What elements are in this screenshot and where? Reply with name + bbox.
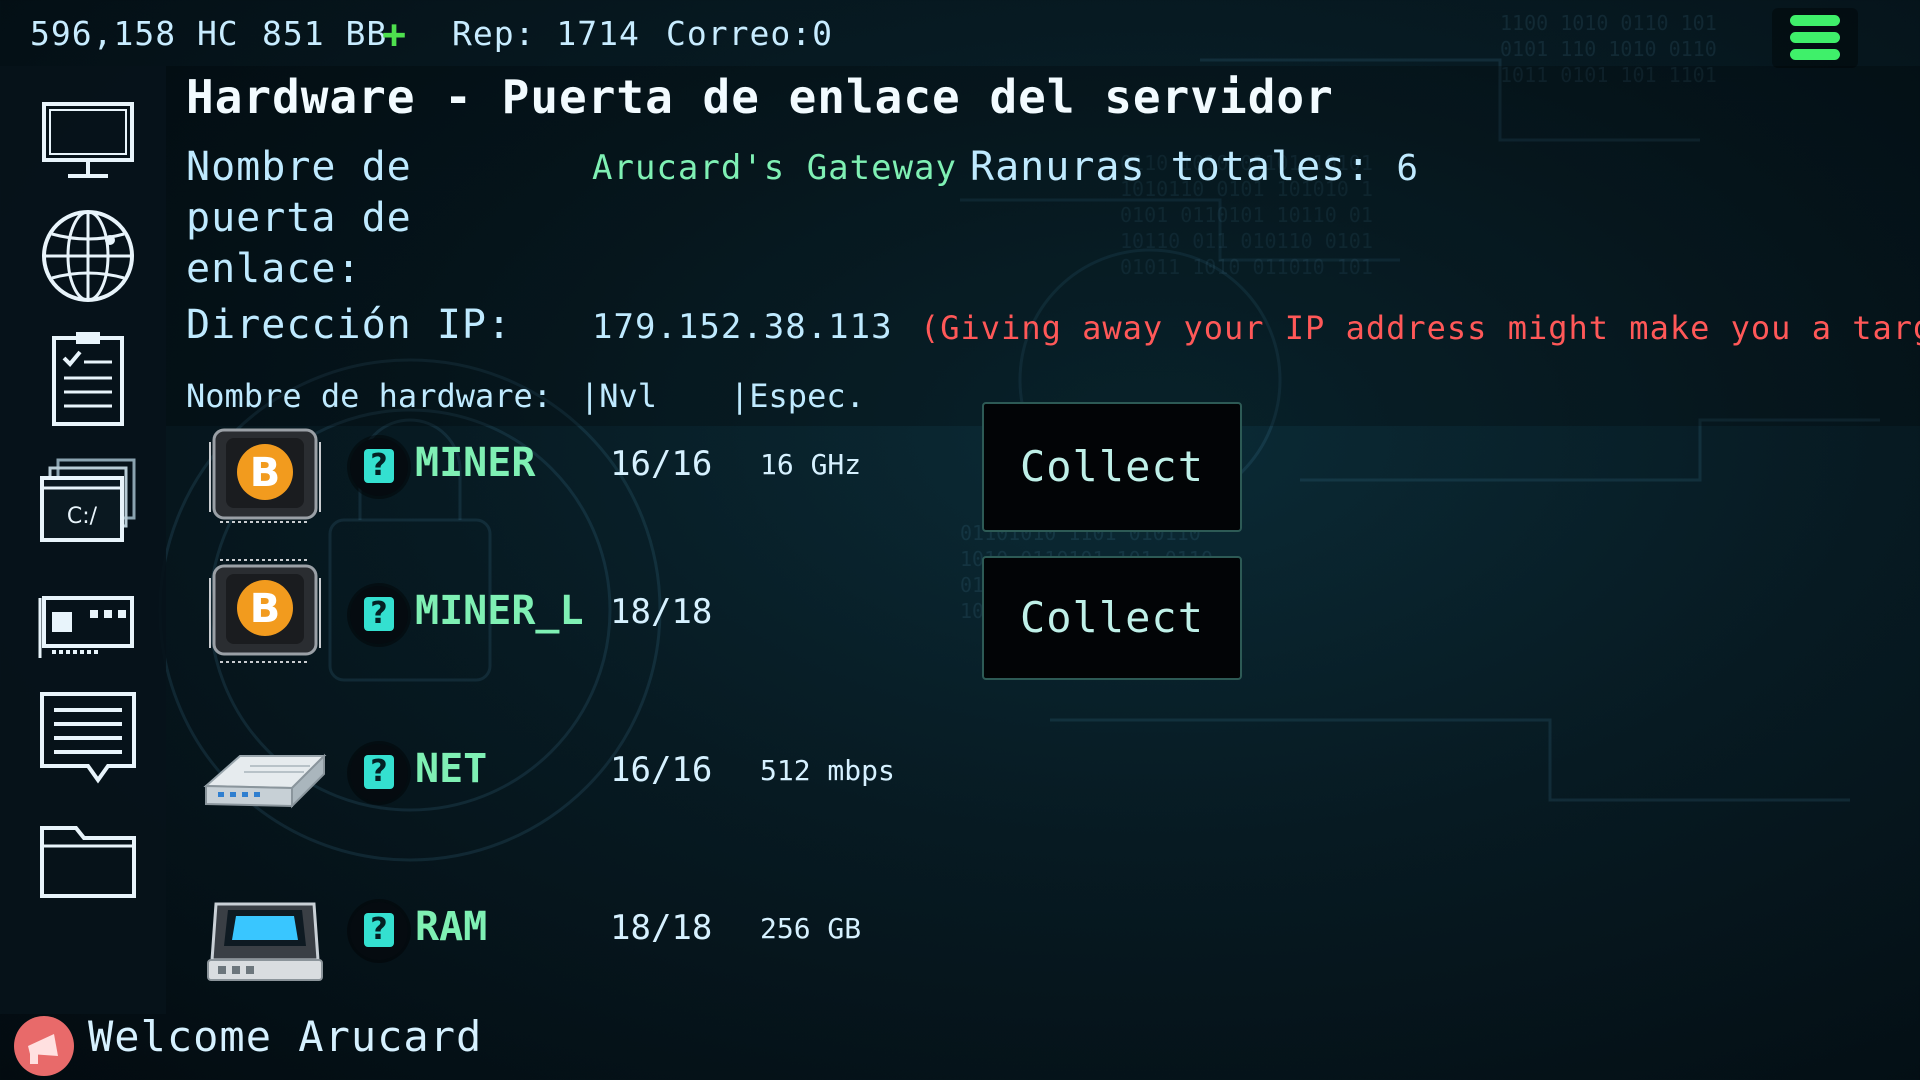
hardware-level: 18/18 xyxy=(610,908,713,948)
svg-text:B: B xyxy=(250,586,281,632)
help-icon[interactable]: ? xyxy=(350,902,408,960)
collect-button[interactable]: Collect xyxy=(982,402,1242,532)
total-slots-label: Ranuras totales: xyxy=(970,144,1372,190)
help-icon[interactable]: ? xyxy=(350,744,408,802)
bb-balance: 851 BB xyxy=(262,14,388,53)
hardware-row-miner-l: B ? MINER_L 18/18 Collect xyxy=(166,556,1920,708)
sidebar-nav: C:/ xyxy=(0,66,166,1014)
avatar[interactable] xyxy=(14,1016,74,1076)
hardware-card-icon[interactable] xyxy=(38,572,138,672)
terminal-window-icon[interactable]: C:/ xyxy=(38,450,138,550)
terminal-label: C:/ xyxy=(67,504,98,529)
bitcoin-chip-icon: B xyxy=(200,422,330,532)
ram-drive-icon xyxy=(200,884,330,994)
gateway-name-value: Arucard's Gateway xyxy=(592,148,957,188)
reputation-label: Rep: xyxy=(452,14,536,53)
folder-icon[interactable] xyxy=(38,810,138,910)
hardware-name: MINER_L xyxy=(415,588,584,634)
svg-text:B: B xyxy=(250,450,281,496)
gateway-name-label: Nombre de puerta de enlace: xyxy=(186,144,412,292)
ip-value: 179.152.38.113 xyxy=(592,307,893,347)
hardware-row-miner: B ? MINER 16/16 16 GHz Collect xyxy=(166,402,1920,560)
reputation: Rep: 1714 xyxy=(452,14,640,53)
chat-icon[interactable] xyxy=(38,686,138,786)
top-status-bar: 596,158 HC 851 BB + Rep: 1714 Correo:0 xyxy=(0,0,1920,72)
hardware-row-net: ? NET 16/16 512 mbps xyxy=(166,716,1920,866)
bitcoin-chip-icon: B xyxy=(200,558,330,668)
help-icon[interactable]: ? xyxy=(350,586,408,644)
hardware-spec: 16 GHz xyxy=(760,448,862,481)
hc-balance: 596,158 HC xyxy=(30,14,239,53)
clipboard-icon[interactable] xyxy=(38,328,138,428)
hardware-level: 16/16 xyxy=(610,444,713,484)
monitor-icon[interactable] xyxy=(38,90,138,190)
collect-button[interactable]: Collect xyxy=(982,556,1242,680)
router-icon xyxy=(200,726,330,836)
hardware-spec: 256 GB xyxy=(760,912,862,945)
hardware-level: 16/16 xyxy=(610,750,713,790)
hardware-row-ram: ? RAM 18/18 256 GB xyxy=(166,874,1920,1024)
reputation-value: 1714 xyxy=(556,14,640,53)
ip-warning: (Giving away your IP address might make … xyxy=(920,309,1920,347)
page-title: Hardware - Puerta de enlace del servidor xyxy=(186,70,1334,124)
hardware-name: MINER xyxy=(415,440,536,486)
hamburger-menu-icon[interactable] xyxy=(1772,8,1858,68)
welcome-message: Welcome Arucard xyxy=(88,1012,483,1061)
hardware-name: NET xyxy=(415,746,488,792)
hardware-level: 18/18 xyxy=(610,592,713,632)
mail-count[interactable]: Correo:0 xyxy=(666,14,833,53)
ip-label: Dirección IP: xyxy=(186,302,513,348)
help-icon[interactable]: ? xyxy=(350,438,408,496)
add-bb-icon[interactable]: + xyxy=(382,12,406,58)
hardware-name: RAM xyxy=(415,904,488,950)
globe-icon[interactable] xyxy=(38,206,138,306)
total-slots: Ranuras totales: 6 xyxy=(970,142,1419,194)
total-slots-value: 6 xyxy=(1396,148,1420,189)
hardware-spec: 512 mbps xyxy=(760,754,895,787)
